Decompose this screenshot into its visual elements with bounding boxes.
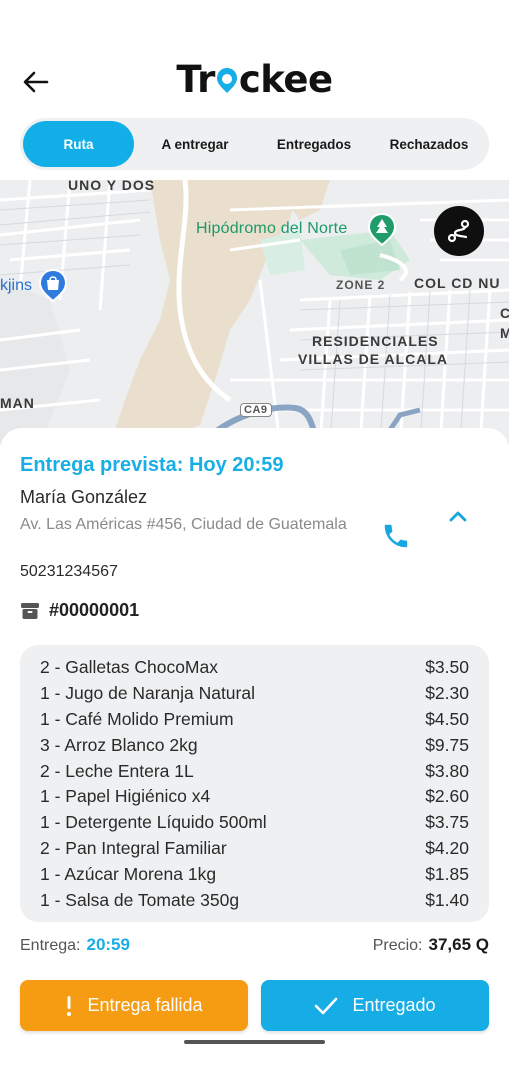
app-header: Tr ckee [0, 0, 509, 115]
item-name: 1 - Papel Higiénico x4 [40, 786, 211, 807]
item-price: $1.85 [425, 863, 469, 884]
item-price: $1.40 [425, 889, 469, 910]
item-price: $2.30 [425, 683, 469, 704]
map-label-edge-c: C [500, 305, 509, 321]
delivered-label: Entregado [352, 995, 436, 1015]
order-number-row: #00000001 [20, 600, 139, 621]
exclamation-icon [65, 995, 73, 1017]
delivery-time-summary: Entrega: 20:59 [20, 935, 130, 955]
item-price: $3.50 [425, 657, 469, 678]
call-button[interactable] [381, 521, 411, 551]
check-icon [314, 996, 338, 1016]
map-label-residenciales: RESIDENCIALES [312, 333, 439, 349]
item-price: $3.75 [425, 812, 469, 833]
delivery-failed-button[interactable]: Entrega fallida [20, 980, 248, 1031]
delivered-button[interactable]: Entregado [261, 980, 489, 1031]
item-name: 1 - Café Molido Premium [40, 708, 234, 729]
delivery-time-value: 20:59 [86, 935, 130, 954]
list-item: 2 - Galletas ChocoMax $3.50 [40, 655, 469, 681]
map-label-kjins: kjins [0, 277, 33, 294]
item-name: 1 - Azúcar Morena 1kg [40, 863, 217, 884]
park-pin-icon [367, 212, 397, 246]
item-price: $2.60 [425, 786, 469, 807]
route-map[interactable]: UNO Y DOS Hipódromo del Norte ZONE 2 COL… [0, 180, 509, 445]
home-indicator[interactable] [184, 1040, 325, 1044]
customer-name: María González [20, 487, 148, 507]
map-label-ca9: CA9 [240, 403, 272, 417]
item-name: 2 - Pan Integral Familiar [40, 837, 227, 858]
item-price: $3.80 [425, 760, 469, 781]
price-label: Precio: [372, 937, 423, 954]
shopping-pin-icon [38, 268, 68, 302]
list-item: 1 - Jugo de Naranja Natural $2.30 [40, 681, 469, 707]
delivery-failed-label: Entrega fallida [87, 995, 203, 1015]
map-label-villas-de-alcala: VILLAS DE ALCALA [298, 351, 449, 367]
price-value: 37,65 Q [428, 935, 490, 954]
map-label-man: MAN [0, 395, 35, 411]
order-number: #00000001 [49, 600, 140, 620]
item-price: $4.50 [425, 708, 469, 729]
route-icon [447, 219, 470, 243]
customer-address: Av. Las Américas #456, Ciudad de Guatema… [20, 516, 347, 533]
tab-a-entregar[interactable]: A entregar [134, 121, 256, 167]
logo-pin-icon [216, 68, 237, 93]
list-item: 2 - Leche Entera 1L $3.80 [40, 758, 469, 784]
price-summary: Precio: 37,65 Q [373, 935, 489, 955]
tab-ruta[interactable]: Ruta [23, 121, 134, 167]
item-name: 2 - Leche Entera 1L [40, 760, 194, 781]
app-logo: Tr ckee [0, 58, 509, 101]
map-label-hipodromo: Hipódromo del Norte [196, 220, 348, 237]
item-name: 1 - Salsa de Tomate 350g [40, 889, 240, 910]
item-name: 1 - Jugo de Naranja Natural [40, 683, 255, 704]
route-button[interactable] [434, 206, 484, 256]
package-icon [21, 602, 39, 619]
list-item: 3 - Arroz Blanco 2kg $9.75 [40, 732, 469, 758]
item-price: $4.20 [425, 837, 469, 858]
customer-phone: 50231234567 [20, 563, 118, 580]
tab-entregados[interactable]: Entregados [256, 121, 372, 167]
list-item: 2 - Pan Integral Familiar $4.20 [40, 836, 469, 862]
tab-rechazados[interactable]: Rechazados [372, 121, 486, 167]
collapse-button[interactable] [447, 507, 469, 525]
phone-icon [384, 524, 408, 548]
order-items-list: 2 - Galletas ChocoMax $3.50 1 - Jugo de N… [20, 645, 489, 922]
delivery-time-label: Entrega: [20, 937, 81, 954]
delivery-eta: Entrega prevista: Hoy 20:59 [20, 454, 284, 476]
map-label-edge-m: M [500, 325, 509, 341]
chevron-up-icon [449, 511, 467, 522]
map-label-uno-y-dos: UNO Y DOS [68, 180, 156, 193]
logo-prefix: Tr [176, 58, 215, 101]
list-item: 1 - Detergente Líquido 500ml $3.75 [40, 810, 469, 836]
list-item: 1 - Salsa de Tomate 350g $1.40 [40, 887, 469, 913]
item-price: $9.75 [425, 734, 469, 755]
list-item: 1 - Azúcar Morena 1kg $1.85 [40, 861, 469, 887]
item-name: 2 - Galletas ChocoMax [40, 657, 218, 678]
list-item: 1 - Papel Higiénico x4 $2.60 [40, 784, 469, 810]
list-item: 1 - Café Molido Premium $4.50 [40, 707, 469, 733]
item-name: 1 - Detergente Líquido 500ml [40, 812, 267, 833]
item-name: 3 - Arroz Blanco 2kg [40, 734, 198, 755]
logo-suffix: ckee [238, 58, 333, 101]
map-label-col-cd: COL CD NU [414, 275, 501, 291]
map-label-zone-2: ZONE 2 [336, 278, 386, 292]
tab-bar: Ruta A entregar Entregados Rechazados [20, 118, 489, 170]
